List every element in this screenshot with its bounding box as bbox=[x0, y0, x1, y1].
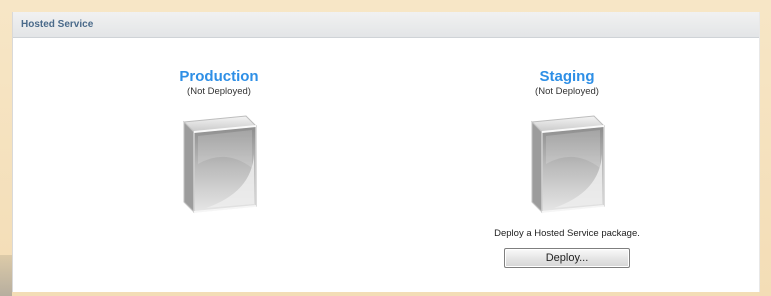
staging-status: (Not Deployed) bbox=[535, 86, 599, 97]
window-edge bbox=[0, 255, 12, 296]
page: Hosted Service Production (Not Deployed) bbox=[0, 0, 771, 296]
deploy-hint: Deploy a Hosted Service package. bbox=[494, 228, 640, 239]
hosted-service-panel: Hosted Service Production (Not Deployed) bbox=[12, 12, 760, 292]
production-status: (Not Deployed) bbox=[187, 86, 251, 97]
staging-environment: Staging (Not Deployed) Deploy a Hosted S… bbox=[447, 40, 687, 268]
empty-cube-icon bbox=[530, 115, 606, 214]
deploy-button[interactable]: Deploy... bbox=[504, 248, 630, 268]
panel-title: Hosted Service bbox=[21, 19, 94, 30]
staging-title: Staging bbox=[539, 68, 595, 85]
production-environment: Production (Not Deployed) bbox=[99, 40, 339, 222]
production-title: Production bbox=[179, 68, 259, 85]
panel-header: Hosted Service bbox=[13, 12, 759, 38]
empty-cube-icon bbox=[182, 115, 258, 214]
